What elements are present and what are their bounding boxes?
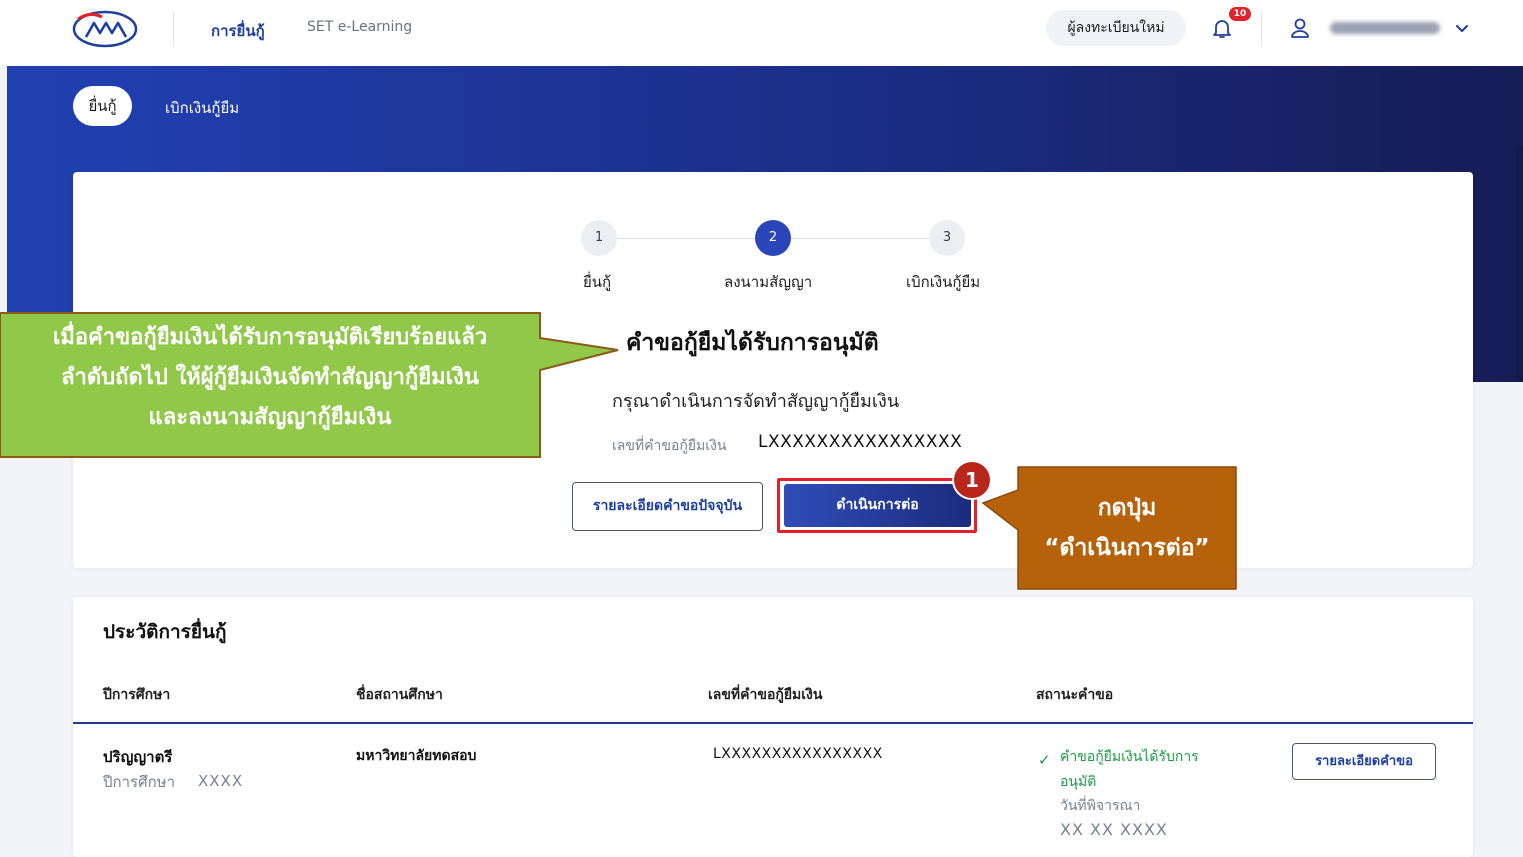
continue-button[interactable]: ดำเนินการต่อ xyxy=(784,484,971,527)
nav-link-set-elearning[interactable]: SET e-Learning xyxy=(307,19,412,35)
step-2-label: ลงนามสัญญา xyxy=(724,273,813,291)
check-icon: ✓ xyxy=(1038,751,1051,769)
tab-loan-disbursement[interactable]: เบิกเงินกู้ยืม xyxy=(165,96,239,120)
orange-callout-line: กดปุ่ม xyxy=(1097,495,1157,521)
status-line: อนุมัติ xyxy=(1060,774,1097,790)
stepper-connector xyxy=(791,238,929,239)
user-icon[interactable] xyxy=(1289,16,1311,40)
step-2-circle: 2 xyxy=(755,220,791,256)
tab-loan-application[interactable]: ยื่นกู้ xyxy=(73,86,132,126)
banner-edge xyxy=(1516,146,1523,382)
step-3-label: เบิกเงินกู้ยืม xyxy=(906,273,981,291)
green-callout-text: เมื่อคำขอกู้ยืมเงินได้รับการอนุมัติเรียบ… xyxy=(0,318,540,438)
orange-callout-text: กดปุ่ม “ดำเนินการต่อ” xyxy=(1018,488,1236,568)
table-header-divider xyxy=(73,722,1473,724)
step-number-marker: 1 xyxy=(952,460,992,500)
status-line: คำขอกู้ยืมเงินได้รับการ xyxy=(1060,749,1199,765)
stepper-connector xyxy=(617,238,755,239)
notification-badge: 10 xyxy=(1229,7,1251,21)
logo-icon[interactable] xyxy=(72,9,138,49)
status-text: คำขอกู้ยืมเงินได้รับการ อนุมัติ xyxy=(1060,745,1199,795)
request-number-label: เลขที่คำขอกู้ยืมเงิน xyxy=(612,438,727,454)
column-header-institution: ชื่อสถานศึกษา xyxy=(356,687,443,703)
nav-link-loan-application[interactable]: การยื่นกู้ xyxy=(211,19,265,43)
chevron-down-icon[interactable] xyxy=(1452,18,1472,38)
bell-icon[interactable] xyxy=(1210,16,1234,40)
nav-divider xyxy=(173,12,174,46)
nav-divider xyxy=(1261,12,1262,46)
instruction-text: กรุณาดำเนินการจัดทำสัญญากู้ยืมเงิน xyxy=(612,391,900,412)
column-header-status: สถานะคำขอ xyxy=(1036,687,1114,703)
review-date-label: วันที่พิจารณา xyxy=(1060,798,1141,814)
column-header-request-number: เลขที่คำขอกู้ยืมเงิน xyxy=(708,687,823,703)
loan-history-card xyxy=(73,597,1473,857)
green-callout-line: ลำดับถัดไป ให้ผู้กู้ยืมเงินจัดทำสัญญากู้… xyxy=(61,365,479,390)
green-callout-line: เมื่อคำขอกู้ยืมเงินได้รับการอนุมัติเรียบ… xyxy=(52,325,488,350)
request-details-button[interactable]: รายละเอียดคำขอ xyxy=(1292,743,1436,780)
current-request-details-button[interactable]: รายละเอียดคำขอปัจจุบัน xyxy=(572,482,763,531)
column-header-academic-year: ปีการศึกษา xyxy=(103,687,171,703)
degree-level: ปริญญาตรี xyxy=(103,748,173,766)
academic-year-label: ปีการศึกษา xyxy=(103,773,175,791)
green-callout-line: และลงนามสัญญากู้ยืมเงิน xyxy=(148,405,392,430)
review-date-value: XX XX XXXX xyxy=(1060,820,1168,839)
step-1-label: ยื่นกู้ xyxy=(583,273,612,291)
user-name-blurred[interactable] xyxy=(1330,22,1440,34)
orange-callout-line: “ดำเนินการต่อ” xyxy=(1044,535,1210,561)
step-3-circle: 3 xyxy=(929,220,965,256)
institution-name: มหาวิทยาลัยทดสอบ xyxy=(356,748,477,764)
new-registrant-button[interactable]: ผู้ลงทะเบียนใหม่ xyxy=(1046,10,1186,46)
step-1-circle: 1 xyxy=(581,220,617,256)
academic-year-value: XXXX xyxy=(198,772,244,790)
history-title: ประวัติการยื่นกู้ xyxy=(103,621,227,643)
request-number-value: LXXXXXXXXXXXXXXXX xyxy=(758,432,963,452)
top-navigation-bar: การยื่นกู้ SET e-Learning ผู้ลงทะเบียนให… xyxy=(0,0,1523,66)
request-number: LXXXXXXXXXXXXXXXX xyxy=(713,746,883,762)
page-title: คำขอกู้ยืมได้รับการอนุมัติ xyxy=(626,330,879,356)
